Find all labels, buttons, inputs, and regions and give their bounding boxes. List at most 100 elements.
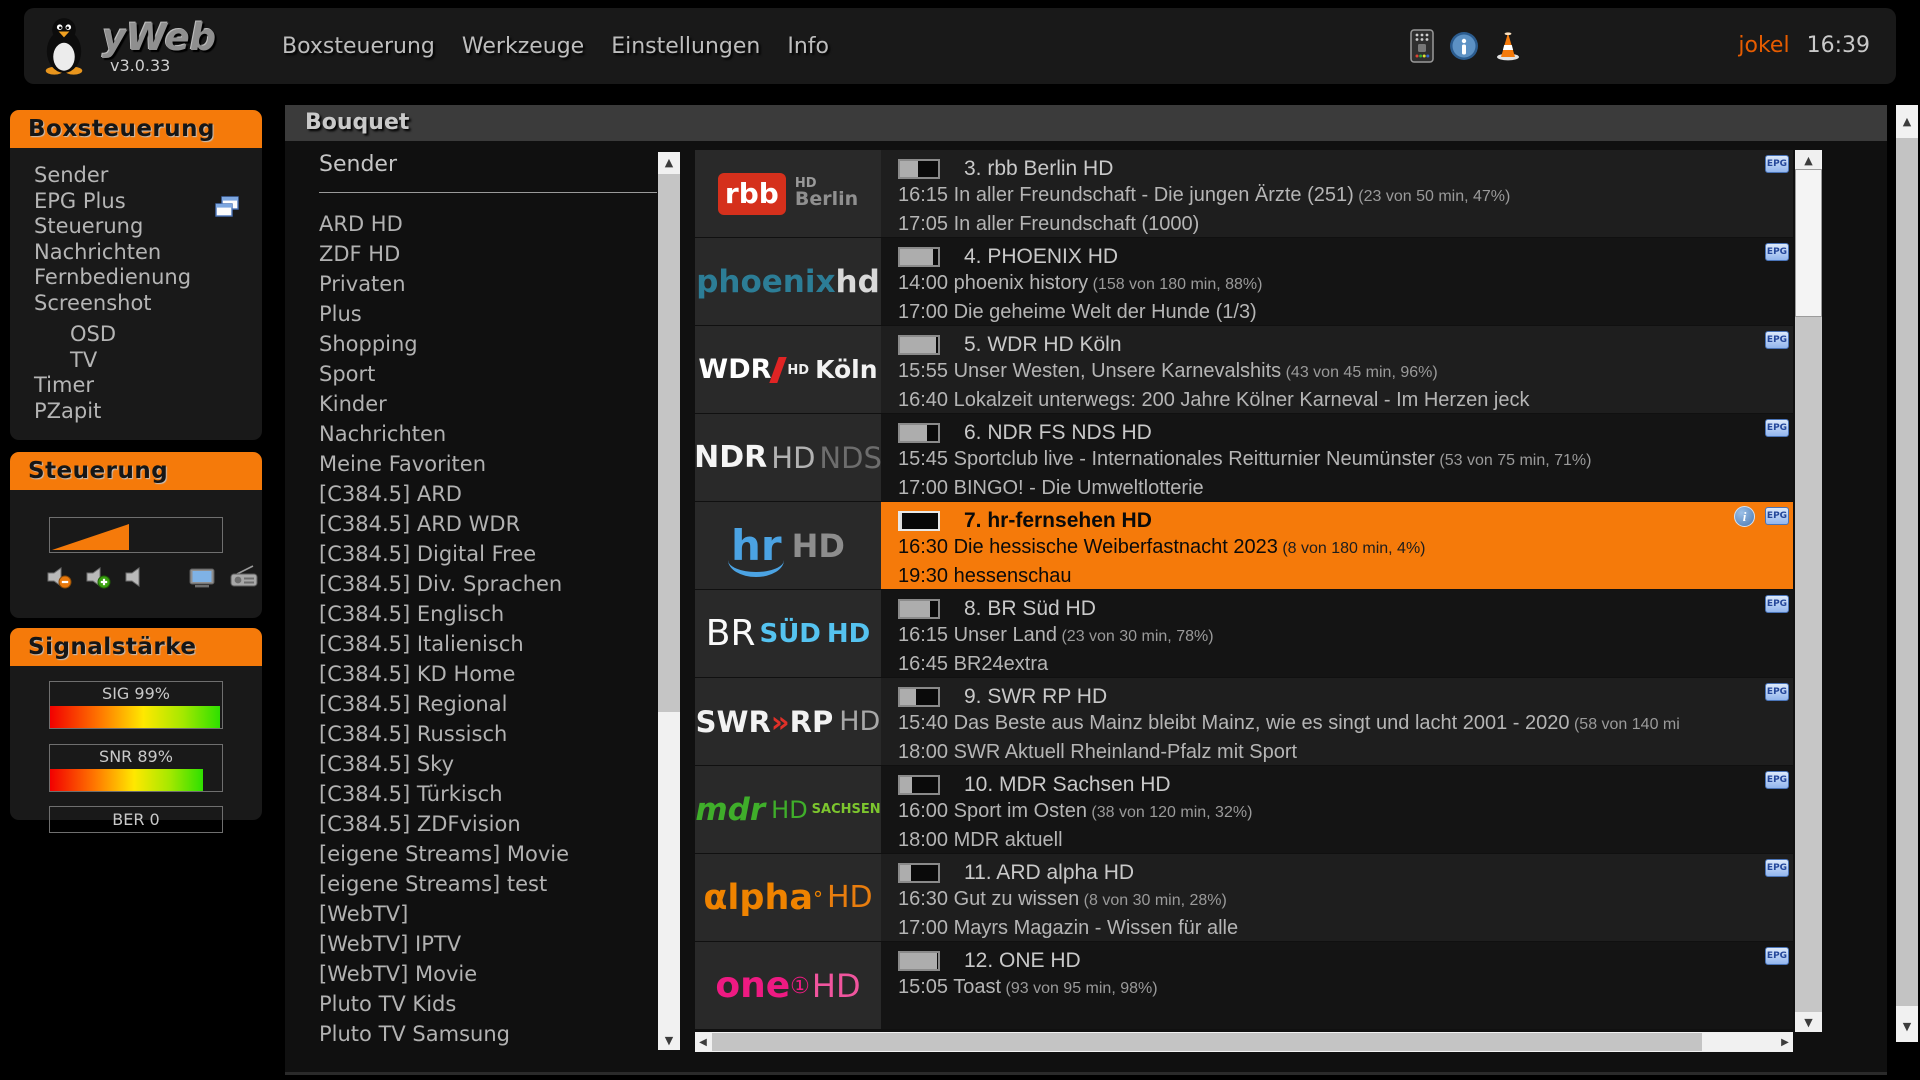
- epg-badge[interactable]: EPG: [1765, 155, 1789, 173]
- channel-logo-cell: NDRHDNDS: [695, 414, 881, 501]
- channel-hscroll-thumb[interactable]: [712, 1033, 1702, 1051]
- bouquet-item--c384-5-ard-wdr[interactable]: [C384.5] ARD WDR: [301, 509, 651, 539]
- bouquet-item--c384-5-kd-home[interactable]: [C384.5] KD Home: [301, 659, 651, 689]
- epg-line-text: 15:05 Toast: [898, 976, 1001, 998]
- sidebar-item-fernbedienung[interactable]: Fernbedienung: [34, 265, 262, 291]
- channel-scrollbar-horizontal[interactable]: ◀ ▶: [695, 1032, 1793, 1052]
- bouquet-item-meine-favoriten[interactable]: Meine Favoriten: [301, 449, 651, 479]
- channel-row-br-s-d-hd[interactable]: BRSÜDHD8. BR Süd HD16:15 Unser Land (23 …: [695, 590, 1793, 677]
- bouquet-item--webtv-movie[interactable]: [WebTV] Movie: [301, 959, 651, 989]
- page-scroll-thumb[interactable]: [1896, 138, 1918, 1006]
- channel-scrollbar-vertical[interactable]: ▲ ▼: [1795, 150, 1822, 1032]
- bouquet-item--webtv-[interactable]: [WebTV]: [301, 899, 651, 929]
- bouquet-item--c384-5-italienisch[interactable]: [C384.5] Italienisch: [301, 629, 651, 659]
- sidebar-item-osd[interactable]: OSD: [34, 322, 262, 348]
- epg-badge[interactable]: EPG: [1765, 859, 1789, 877]
- bouquet-item--c384-5-regional[interactable]: [C384.5] Regional: [301, 689, 651, 719]
- logo-text-wdr-2: HD: [787, 363, 809, 378]
- bouquet-item--c384-5-russisch[interactable]: [C384.5] Russisch: [301, 719, 651, 749]
- bouquet-item-shopping[interactable]: Shopping: [301, 329, 651, 359]
- epg-badge[interactable]: EPG: [1765, 947, 1789, 965]
- bouquet-item--c384-5-sky[interactable]: [C384.5] Sky: [301, 749, 651, 779]
- scroll-down-icon[interactable]: ▼: [658, 1030, 680, 1050]
- scroll-up-icon[interactable]: ▲: [1896, 105, 1918, 137]
- bouquet-item-plus[interactable]: Plus: [301, 299, 651, 329]
- menu-item-info[interactable]: Info: [787, 34, 829, 59]
- bouquet-selected[interactable]: Sender: [301, 152, 651, 186]
- sidebar-item-timer[interactable]: Timer: [34, 373, 262, 399]
- scroll-right-icon[interactable]: ▶: [1777, 1032, 1793, 1052]
- epg-badge[interactable]: EPG: [1765, 419, 1789, 437]
- menu-item-einstellungen[interactable]: Einstellungen: [611, 34, 760, 59]
- channel-scroll-thumb[interactable]: [1795, 169, 1822, 317]
- info-icon[interactable]: [1449, 31, 1479, 65]
- tv-icon[interactable]: [188, 565, 216, 593]
- epg-line-detail: (158 von 180 min, 88%): [1088, 276, 1262, 293]
- sidebar-item-screenshot[interactable]: Screenshot: [34, 291, 262, 317]
- channel-logo-hr: hrHD: [731, 521, 845, 570]
- bouquet-item-nachrichten[interactable]: Nachrichten: [301, 419, 651, 449]
- bouquet-item--webtv-iptv[interactable]: [WebTV] IPTV: [301, 929, 651, 959]
- channel-logo-swr: SWR»RPHD: [696, 705, 881, 739]
- bouquet-scrollbar[interactable]: ▲ ▼: [658, 152, 680, 1050]
- bouquet-item--c384-5-t-rkisch[interactable]: [C384.5] Türkisch: [301, 779, 651, 809]
- bouquet-item-kinder[interactable]: Kinder: [301, 389, 651, 419]
- channel-row-ard-alpha-hd[interactable]: αlpha°HD11. ARD alpha HD16:30 Gut zu wis…: [695, 854, 1793, 941]
- volume-down-icon[interactable]: [46, 565, 72, 593]
- channel-row-ndr-fs-nds-hd[interactable]: NDRHDNDS6. NDR FS NDS HD15:45 Sportclub …: [695, 414, 1793, 501]
- bouquet-item--c384-5-ard[interactable]: [C384.5] ARD: [301, 479, 651, 509]
- channel-logo-br: BRSÜDHD: [706, 613, 870, 654]
- epg-badge[interactable]: EPG: [1765, 683, 1789, 701]
- epg-line: 15:55 Unser Westen, Unsere Karnevalshits…: [898, 358, 1793, 386]
- bouquet-item-pluto-tv-kids[interactable]: Pluto TV Kids: [301, 989, 651, 1019]
- bouquet-item--eigene-streams-test[interactable]: [eigene Streams] test: [301, 869, 651, 899]
- windows-icon[interactable]: [214, 196, 240, 223]
- epg-badge[interactable]: EPG: [1765, 595, 1789, 613]
- volume-slider[interactable]: [49, 517, 223, 553]
- volume-up-icon[interactable]: [85, 565, 111, 593]
- epg-badge[interactable]: EPG: [1765, 331, 1789, 349]
- epg-badge[interactable]: EPG: [1765, 771, 1789, 789]
- info-icon[interactable]: i: [1734, 506, 1755, 527]
- bouquet-item--c384-5-englisch[interactable]: [C384.5] Englisch: [301, 599, 651, 629]
- bouquet-item--c384-5-div-sprachen[interactable]: [C384.5] Div. Sprachen: [301, 569, 651, 599]
- ber-label: BER 0: [50, 807, 222, 832]
- bouquet-item-pluto-tv-samsung[interactable]: Pluto TV Samsung: [301, 1019, 651, 1049]
- sidebar-item-pzapit[interactable]: PZapit: [34, 399, 262, 425]
- bouquet-item--c384-5-digital-free[interactable]: [C384.5] Digital Free: [301, 539, 651, 569]
- channel-row-rbb-berlin-hd[interactable]: rbbHDBerlin3. rbb Berlin HD16:15 In alle…: [695, 150, 1793, 237]
- page-scrollbar[interactable]: ▲ ▼: [1896, 105, 1918, 1042]
- vlc-icon[interactable]: [1494, 31, 1522, 65]
- sidebar-item-sender[interactable]: Sender: [34, 163, 262, 189]
- bouquet-item-zdf-hd[interactable]: ZDF HD: [301, 239, 651, 269]
- epg-line: 17:00 Die geheime Welt der Hunde (1/3): [898, 299, 1793, 325]
- mute-icon[interactable]: [124, 565, 144, 593]
- bouquet-item--eigene-streams-movie[interactable]: [eigene Streams] Movie: [301, 839, 651, 869]
- radio-icon[interactable]: [229, 565, 259, 593]
- scroll-down-icon[interactable]: ▼: [1896, 1010, 1918, 1042]
- sidebar-item-tv[interactable]: TV: [34, 348, 262, 374]
- bouquet-item-sport[interactable]: Sport: [301, 359, 651, 389]
- scroll-left-icon[interactable]: ◀: [695, 1032, 711, 1052]
- bouquet-item-privaten[interactable]: Privaten: [301, 269, 651, 299]
- menu-item-werkzeuge[interactable]: Werkzeuge: [462, 34, 584, 59]
- channel-row-phoenix-hd[interactable]: phoenixhd4. PHOENIX HD14:00 phoenix hist…: [695, 238, 1793, 325]
- bouquet-item-ard-hd[interactable]: ARD HD: [301, 209, 651, 239]
- username: jokel: [1738, 33, 1789, 58]
- epg-badge[interactable]: EPG: [1765, 507, 1789, 525]
- scroll-up-icon[interactable]: ▲: [658, 152, 680, 172]
- menu-item-boxsteuerung[interactable]: Boxsteuerung: [282, 34, 435, 59]
- channel-row-mdr-sachsen-hd[interactable]: mdrHDSACHSEN10. MDR Sachsen HD16:00 Spor…: [695, 766, 1793, 853]
- channel-row-swr-rp-hd[interactable]: SWR»RPHD9. SWR RP HD15:40 Das Beste aus …: [695, 678, 1793, 765]
- channel-row-hr-fernsehen-hd[interactable]: hrHD7. hr-fernsehen HD16:30 Die hessisch…: [695, 502, 1793, 589]
- scroll-down-icon[interactable]: ▼: [1795, 1012, 1822, 1032]
- remote-icon[interactable]: [1410, 29, 1434, 67]
- bouquet-item--c384-5-zdfvision[interactable]: [C384.5] ZDFvision: [301, 809, 651, 839]
- channel-row-wdr-hd-k-ln[interactable]: WDRHDKöln5. WDR HD Köln15:55 Unser Weste…: [695, 326, 1793, 413]
- channel-row-one-hd[interactable]: one①HD12. ONE HD15:05 Toast (93 von 95 m…: [695, 942, 1793, 1029]
- scroll-up-icon[interactable]: ▲: [1795, 150, 1822, 170]
- bouquet-scroll-thumb[interactable]: [658, 174, 680, 712]
- yweb-page: { "header": { "app_name": "yWeb", "versi…: [0, 0, 1920, 1080]
- epg-badge[interactable]: EPG: [1765, 243, 1789, 261]
- sidebar-item-nachrichten[interactable]: Nachrichten: [34, 240, 262, 266]
